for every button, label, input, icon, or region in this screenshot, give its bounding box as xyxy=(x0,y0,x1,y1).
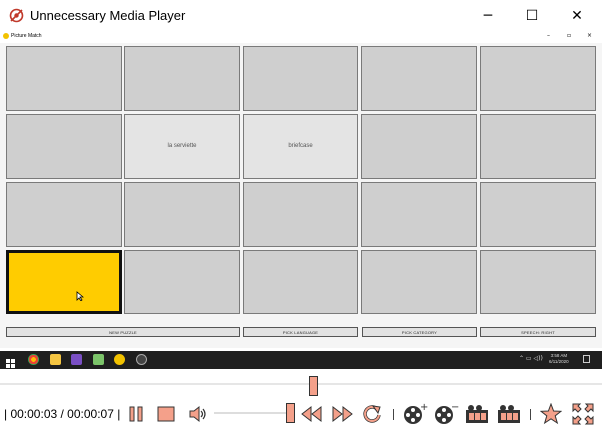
new-puzzle-button[interactable]: NEW PUZZLE xyxy=(6,327,240,337)
separator xyxy=(393,409,394,420)
camera-upload-icon xyxy=(466,405,488,423)
picture-match-taskbar-icon[interactable] xyxy=(114,354,125,365)
board-tile[interactable] xyxy=(243,46,358,111)
repeat-button[interactable] xyxy=(361,403,383,425)
board-tile[interactable] xyxy=(480,182,596,247)
board-tile[interactable] xyxy=(124,182,240,247)
pick-category-button[interactable]: PICK CATEGORY xyxy=(362,327,477,337)
board-tile[interactable] xyxy=(480,46,596,111)
board-tile[interactable] xyxy=(6,46,122,111)
minimize-button[interactable]: ─ xyxy=(478,6,498,26)
maximize-button[interactable]: ☐ xyxy=(522,6,542,26)
open-file-button[interactable] xyxy=(465,403,491,425)
inner-window-title: Picture Match xyxy=(11,33,42,39)
save-file-button[interactable] xyxy=(497,403,523,425)
pause-icon xyxy=(129,406,143,422)
picture-match-icon xyxy=(3,33,9,39)
board-tile[interactable] xyxy=(6,182,122,247)
chrome-icon[interactable] xyxy=(28,354,39,365)
board-tile[interactable] xyxy=(6,250,122,314)
app-title: Unnecessary Media Player xyxy=(30,8,186,23)
inner-minimize-button[interactable]: – xyxy=(547,32,550,39)
media-player-taskbar-icon[interactable] xyxy=(136,354,147,365)
fast-forward-icon xyxy=(332,405,353,423)
board-tile[interactable] xyxy=(361,250,477,314)
favorite-button[interactable] xyxy=(539,402,563,425)
taskbar xyxy=(0,351,602,369)
start-icon[interactable] xyxy=(6,355,15,368)
inner-close-button[interactable]: × xyxy=(587,32,592,39)
separator xyxy=(530,409,531,420)
board-tile[interactable] xyxy=(480,114,596,179)
stop-button[interactable] xyxy=(157,406,175,422)
fullscreen-icon xyxy=(572,403,594,425)
volume-button[interactable] xyxy=(188,404,208,424)
board-tile[interactable]: briefcase xyxy=(243,114,358,179)
board-tile[interactable] xyxy=(243,250,358,314)
add-playlist-button[interactable]: + xyxy=(402,402,428,426)
film-reel-remove-icon: − xyxy=(435,402,459,424)
repeat-icon xyxy=(363,405,381,423)
board-tile[interactable]: la serviette xyxy=(124,114,240,179)
file-explorer-icon[interactable] xyxy=(50,354,61,365)
pause-button[interactable] xyxy=(128,406,144,422)
notifications-icon[interactable] xyxy=(583,355,590,363)
tray-date: 6/11/2020 xyxy=(549,359,569,364)
remove-playlist-button[interactable]: − xyxy=(433,402,459,426)
mouse-cursor-icon xyxy=(76,288,85,302)
app-logo-icon xyxy=(9,8,24,23)
rewind-icon xyxy=(301,405,322,423)
close-button[interactable]: ✕ xyxy=(567,6,587,26)
board-tile[interactable] xyxy=(124,46,240,111)
fast-forward-button[interactable] xyxy=(330,405,354,423)
fullscreen-button[interactable] xyxy=(572,403,594,425)
pick-language-button[interactable]: PICK LANGUAGE xyxy=(243,327,358,337)
board-tile[interactable] xyxy=(361,46,477,111)
inner-title-bar xyxy=(0,31,602,43)
stop-icon xyxy=(157,406,175,422)
board-tile[interactable] xyxy=(124,250,240,314)
volume-handle[interactable] xyxy=(286,403,295,423)
camera-save-icon xyxy=(498,405,520,423)
speech-right-button[interactable]: SPEECH: RIGHT xyxy=(480,327,596,337)
progress-handle[interactable] xyxy=(309,376,318,396)
tray-clock[interactable]: 3:58 AM 6/11/2020 xyxy=(549,353,569,365)
star-icon xyxy=(539,402,563,425)
board-tile[interactable] xyxy=(480,250,596,314)
time-readout: | 00:00:03 / 00:00:07 | xyxy=(4,407,121,421)
volume-track[interactable] xyxy=(214,412,294,414)
board-tile[interactable] xyxy=(361,182,477,247)
tray-icons[interactable]: ⌃ ▭ ◁)) xyxy=(519,355,547,363)
speaker-icon xyxy=(189,405,206,423)
notepad-icon[interactable] xyxy=(93,354,104,365)
board-tile[interactable] xyxy=(361,114,477,179)
board-tile[interactable] xyxy=(243,182,358,247)
svg-text:+: + xyxy=(420,402,428,413)
svg-text:−: − xyxy=(451,402,459,413)
visual-studio-icon[interactable] xyxy=(71,354,82,365)
board-tile[interactable] xyxy=(6,114,122,179)
inner-restore-button[interactable]: ▫ xyxy=(567,32,571,39)
progress-track[interactable] xyxy=(0,383,602,385)
rewind-button[interactable] xyxy=(300,405,324,423)
film-reel-add-icon: + xyxy=(404,402,428,424)
